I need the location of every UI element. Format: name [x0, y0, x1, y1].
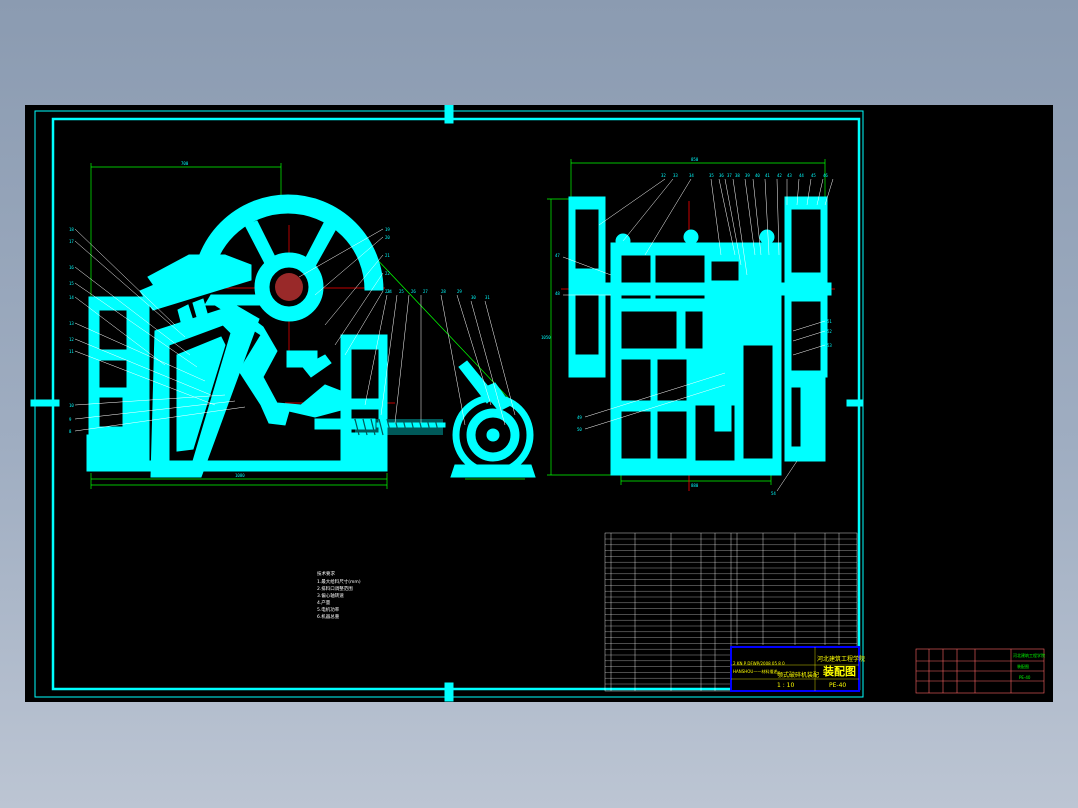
- svg-text:20: 20: [385, 235, 390, 240]
- svg-text:36: 36: [719, 173, 724, 178]
- svg-text:49: 49: [577, 415, 582, 420]
- tech-line-6: 6.机器总重: [317, 613, 340, 620]
- title-subtitle: 颚式破碎机装配: [777, 671, 819, 679]
- tech-heading: 技术要求: [317, 570, 335, 577]
- svg-text:17: 17: [69, 239, 74, 244]
- svg-text:53: 53: [827, 343, 832, 348]
- svg-text:42: 42: [777, 173, 782, 178]
- svg-text:19: 19: [385, 227, 390, 232]
- svg-text:880: 880: [691, 483, 699, 488]
- svg-text:14: 14: [69, 295, 74, 300]
- title-scale: 1 : 10: [777, 682, 794, 689]
- svg-text:10: 10: [69, 403, 74, 408]
- tech-line-1: 1.最大给料尺寸(mm): [317, 578, 361, 585]
- tech-line-3: 3.偏心轴转速: [317, 592, 344, 599]
- svg-text:26: 26: [411, 289, 416, 294]
- svg-text:1080: 1080: [235, 473, 245, 478]
- svg-text:12: 12: [69, 337, 74, 342]
- svg-text:35: 35: [709, 173, 714, 178]
- svg-text:40: 40: [755, 173, 760, 178]
- svg-text:51: 51: [827, 319, 832, 324]
- svg-text:33: 33: [673, 173, 678, 178]
- svg-text:700: 700: [181, 161, 189, 166]
- svg-text:44: 44: [799, 173, 804, 178]
- title-block: 河北建筑工程学院 装配图 PE-40 2 KN P DFWP/2008 05 8…: [730, 646, 865, 692]
- tech-line-4: 4.产量: [317, 599, 331, 606]
- svg-text:37: 37: [727, 173, 732, 178]
- svg-text:11: 11: [69, 349, 74, 354]
- svg-text:38: 38: [735, 173, 740, 178]
- tech-line-2: 2.排料口调整范围: [317, 585, 353, 592]
- svg-text:16: 16: [69, 265, 74, 270]
- title-drawing-no: PE-40: [829, 682, 846, 689]
- tech-requirements: 技术要求 1.最大给料尺寸(mm) 2.排料口调整范围 3.偏心轴转速 4.产量…: [317, 570, 361, 620]
- svg-text:22: 22: [385, 271, 390, 276]
- side-label-bottom: PE-40: [1019, 675, 1031, 680]
- svg-text:41: 41: [765, 173, 770, 178]
- svg-text:21: 21: [385, 253, 390, 258]
- svg-text:45: 45: [811, 173, 816, 178]
- front-view: 700 1080 500: [69, 161, 536, 489]
- svg-text:52: 52: [827, 329, 832, 334]
- svg-text:27: 27: [423, 289, 428, 294]
- svg-text:47: 47: [555, 253, 560, 258]
- title-code-line: 2 KN P DFWP/2008 05 8 0: [733, 661, 785, 666]
- svg-text:9: 9: [69, 417, 72, 422]
- svg-text:30: 30: [471, 295, 476, 300]
- svg-text:1050: 1050: [541, 335, 551, 340]
- svg-text:29: 29: [457, 289, 462, 294]
- title-drawing-type: 装配图: [822, 664, 856, 678]
- side-label-mid: 装配图: [1017, 663, 1029, 669]
- svg-text:8: 8: [69, 429, 72, 434]
- svg-text:50: 50: [577, 427, 582, 432]
- svg-text:24: 24: [387, 289, 392, 294]
- svg-text:32: 32: [661, 173, 666, 178]
- svg-text:34: 34: [689, 173, 694, 178]
- svg-text:15: 15: [69, 281, 74, 286]
- side-view: 850 1050 880 32 33 34 35 36 37 38 39 40 …: [541, 157, 835, 496]
- title-school: 河北建筑工程学院: [817, 655, 865, 663]
- title-note-line: HANSHOU——材料描述: [733, 668, 777, 674]
- svg-text:850: 850: [691, 157, 699, 162]
- svg-text:31: 31: [485, 295, 490, 300]
- svg-text:18: 18: [69, 227, 74, 232]
- tech-line-5: 5.电机功率: [317, 606, 340, 613]
- svg-text:39: 39: [745, 173, 750, 178]
- svg-text:46: 46: [823, 173, 828, 178]
- svg-text:28: 28: [441, 289, 446, 294]
- svg-text:43: 43: [787, 173, 792, 178]
- side-label-top: 河北建筑工程学院: [1013, 652, 1045, 658]
- svg-text:13: 13: [69, 321, 74, 326]
- svg-text:54: 54: [771, 491, 776, 496]
- cad-viewport[interactable]: 700 1080 500: [25, 105, 1053, 702]
- cad-drawing-canvas: 700 1080 500: [30, 105, 1045, 702]
- svg-text:48: 48: [555, 291, 560, 296]
- svg-text:25: 25: [399, 289, 404, 294]
